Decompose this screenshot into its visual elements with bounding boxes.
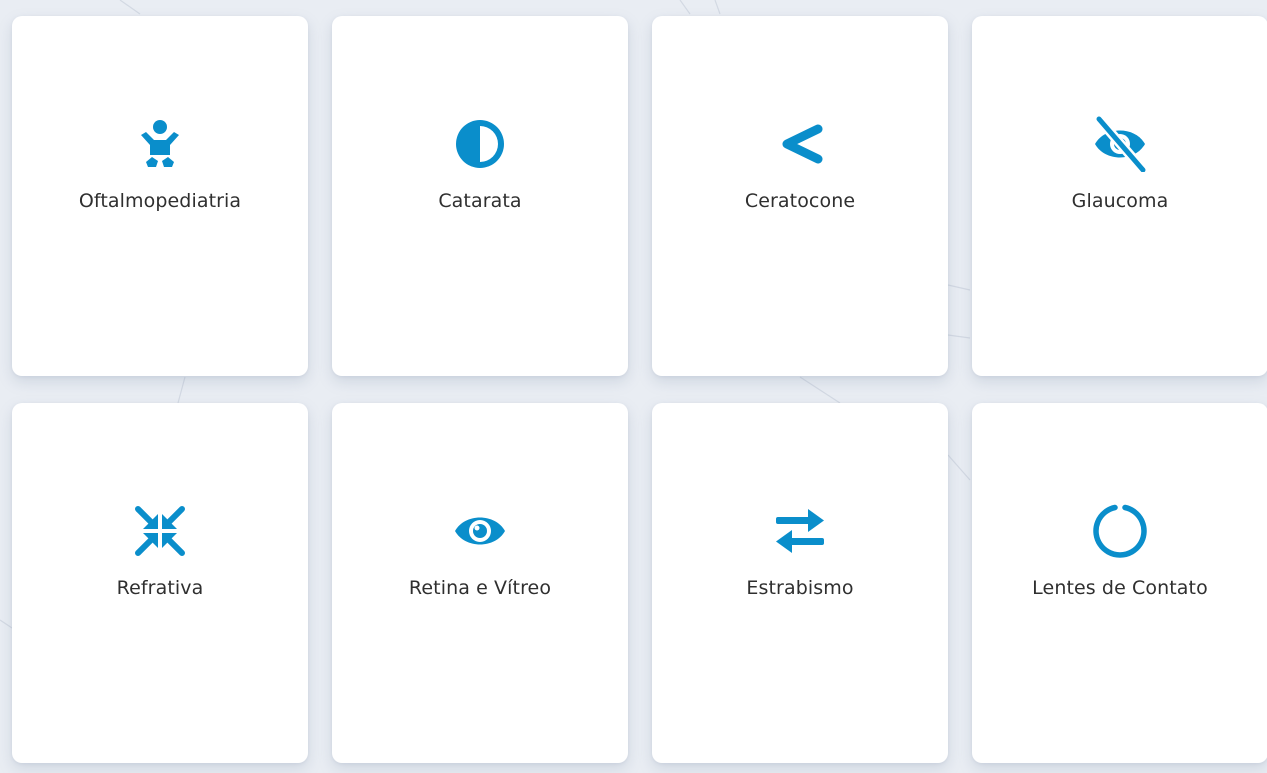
card-lentes-de-contato[interactable]: Lentes de Contato (972, 403, 1267, 763)
eye-icon (452, 503, 508, 559)
exchange-arrows-icon (772, 503, 828, 559)
card-refrativa[interactable]: Refrativa (12, 403, 308, 763)
half-circle-contrast-icon (452, 116, 508, 172)
card-label: Ceratocone (744, 190, 856, 212)
card-retina-e-vitreo[interactable]: Retina e Vítreo (332, 403, 628, 763)
compress-arrows-icon (132, 503, 188, 559)
card-catarata[interactable]: Catarata (332, 16, 628, 376)
specialty-grid: Oftalmopediatria Catarata Ceratocone Gla… (12, 16, 1267, 763)
card-label: Lentes de Contato (1032, 577, 1208, 599)
eye-slash-icon (1092, 116, 1148, 172)
card-ceratocone[interactable]: Ceratocone (652, 16, 948, 376)
card-label: Retina e Vítreo (408, 577, 552, 599)
card-estrabismo[interactable]: Estrabismo (652, 403, 948, 763)
chevron-left-icon (772, 116, 828, 172)
card-glaucoma[interactable]: Glaucoma (972, 16, 1267, 376)
card-label: Catarata (438, 190, 522, 212)
circle-notch-icon (1092, 503, 1148, 559)
card-label: Glaucoma (1071, 190, 1169, 212)
card-label: Oftalmopediatria (78, 190, 242, 212)
baby-icon (132, 116, 188, 172)
card-oftalmopediatria[interactable]: Oftalmopediatria (12, 16, 308, 376)
card-label: Estrabismo (746, 577, 854, 599)
card-label: Refrativa (116, 577, 204, 599)
